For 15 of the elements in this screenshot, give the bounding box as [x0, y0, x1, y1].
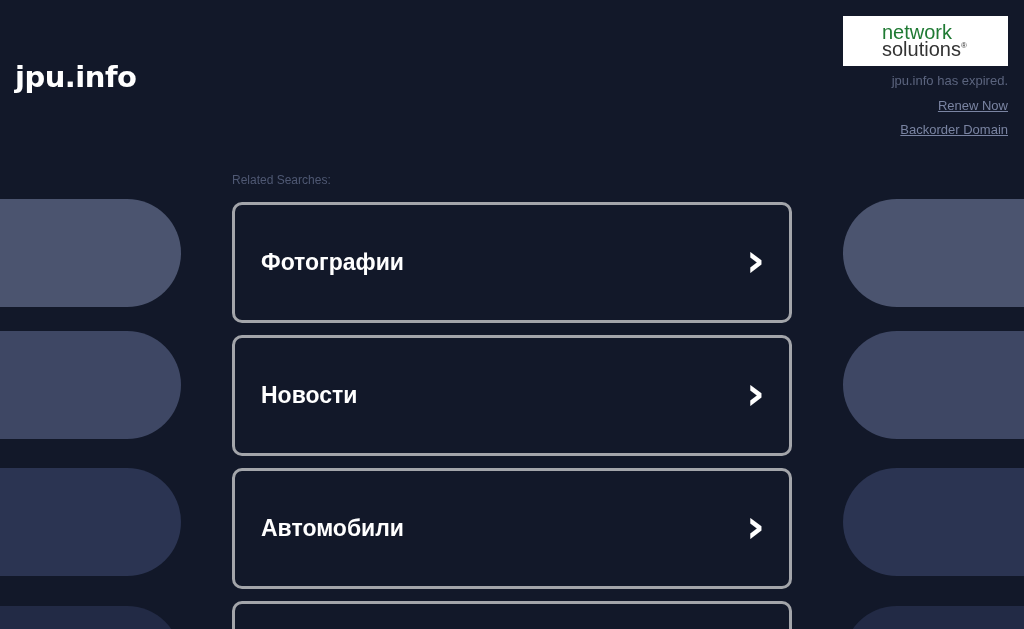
logo-text: solutions [882, 41, 961, 58]
search-link-card[interactable]: Новости › [232, 335, 792, 456]
registrar-logo[interactable]: network solutions® [843, 16, 1008, 66]
search-link-card[interactable]: Фотографии › [232, 202, 792, 323]
registrar-link[interactable]: Renew Now [937, 95, 1008, 115]
site-title: jpu.info [15, 60, 137, 94]
related-searches-label: Related Searches: [232, 172, 332, 189]
chevron: › [746, 505, 765, 552]
logo-text: network [882, 24, 953, 41]
registrar-link[interactable]: Backorder Domain [900, 120, 1008, 140]
chevron: › [746, 372, 765, 419]
chevron: › [746, 239, 765, 286]
registered-mark: ® [960, 41, 967, 50]
search-link-card[interactable]: Автомобили › [232, 468, 792, 589]
expired-notice: jpu.info has expired. [891, 72, 1008, 90]
